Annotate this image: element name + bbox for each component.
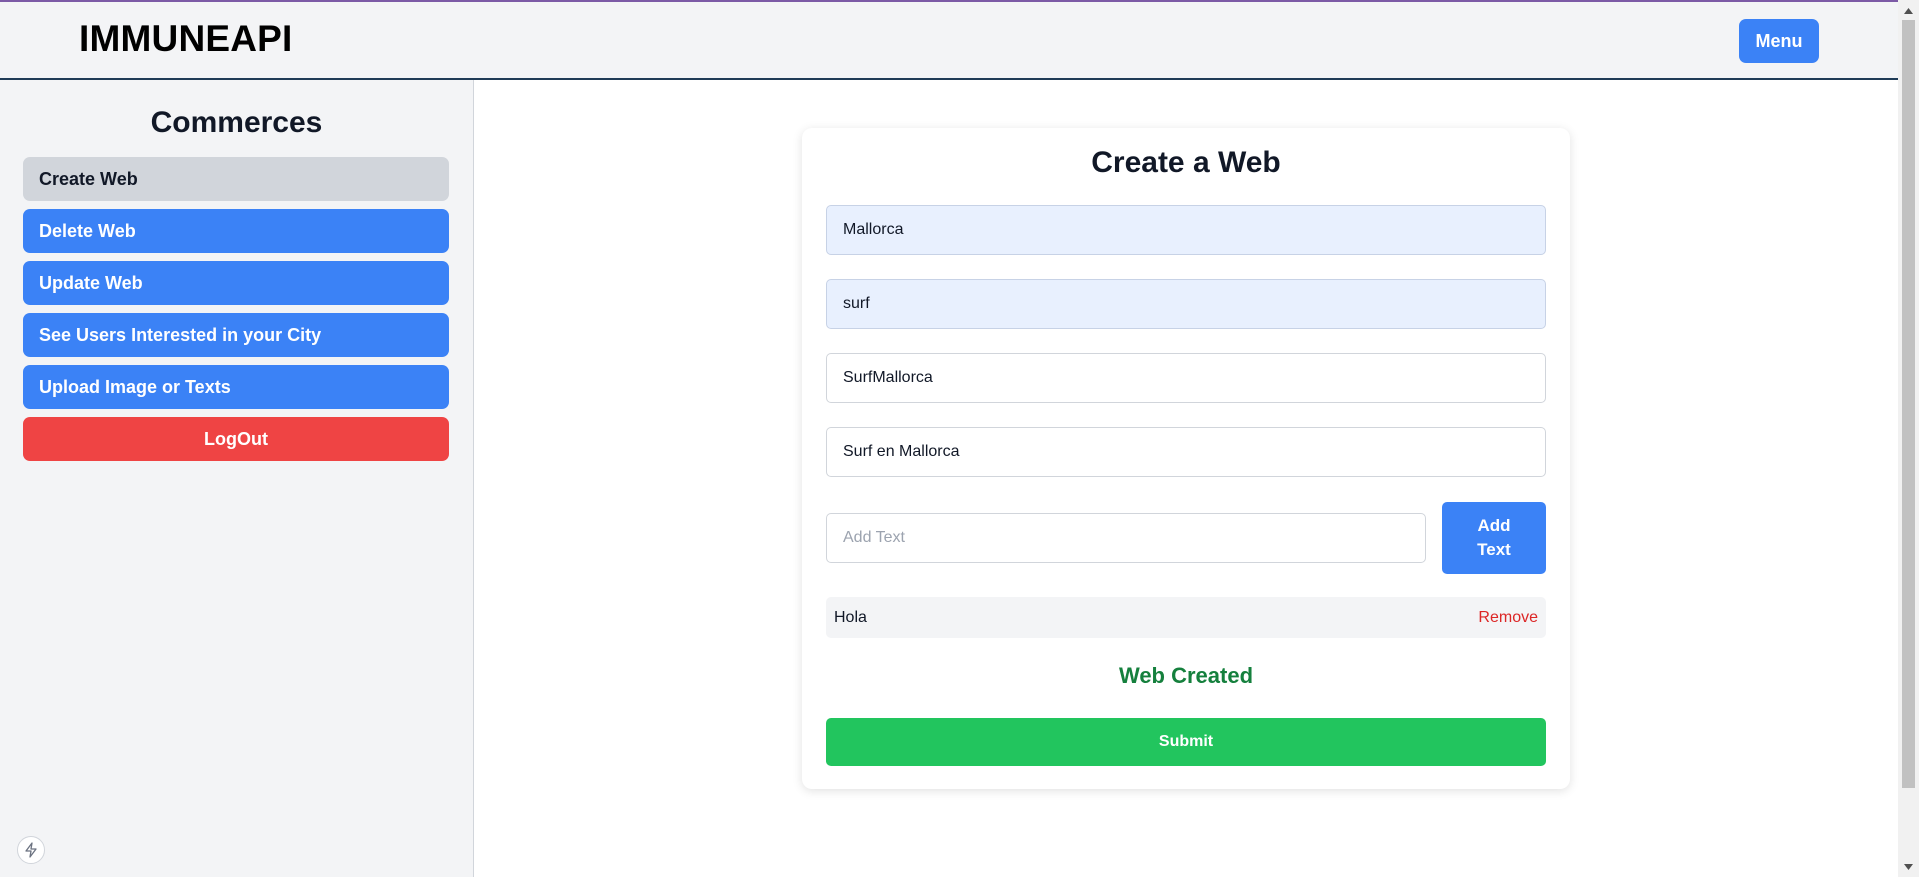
- form-title: Create a Web: [1091, 146, 1281, 179]
- web-name-input[interactable]: [826, 353, 1546, 403]
- sidebar-item-delete-web[interactable]: Delete Web: [23, 209, 449, 253]
- app-header: IMMUNEAPI Menu: [0, 2, 1898, 80]
- scroll-up-icon[interactable]: [1898, 2, 1919, 19]
- remove-text-link[interactable]: Remove: [1478, 609, 1538, 627]
- sidebar-item-see-users[interactable]: See Users Interested in your City: [23, 313, 449, 357]
- scroll-thumb[interactable]: [1902, 20, 1915, 788]
- sidebar-title: Commerces: [150, 106, 323, 139]
- menu-button[interactable]: Menu: [1739, 19, 1819, 63]
- sidebar: Commerces Create Web Delete Web Update W…: [0, 80, 474, 877]
- text-list-item: Hola Remove: [826, 597, 1546, 638]
- status-message: Web Created: [1118, 663, 1254, 688]
- sidebar-item-update-web[interactable]: Update Web: [23, 261, 449, 305]
- sidebar-item-create-web[interactable]: Create Web: [23, 157, 449, 201]
- brand-logo-text: IMMUNEAPI: [79, 18, 293, 59]
- create-web-form: Create a Web Add Text Hola Remove Web Cr…: [802, 128, 1570, 789]
- bolt-icon-glyph: [25, 842, 37, 858]
- add-text-button-label: Add Text: [1477, 516, 1511, 559]
- bolt-icon[interactable]: [17, 836, 45, 864]
- add-text-button[interactable]: Add Text: [1442, 502, 1546, 574]
- vertical-scrollbar[interactable]: [1898, 0, 1919, 877]
- web-title-input[interactable]: [826, 427, 1546, 477]
- city-input[interactable]: [826, 205, 1546, 255]
- logout-button[interactable]: LogOut: [23, 417, 449, 461]
- category-input[interactable]: [826, 279, 1546, 329]
- add-text-input[interactable]: [826, 513, 1426, 563]
- scroll-down-icon[interactable]: [1898, 858, 1919, 875]
- text-item-label: Hola: [834, 608, 867, 626]
- submit-button[interactable]: Submit: [826, 718, 1546, 766]
- sidebar-item-upload[interactable]: Upload Image or Texts: [23, 365, 449, 409]
